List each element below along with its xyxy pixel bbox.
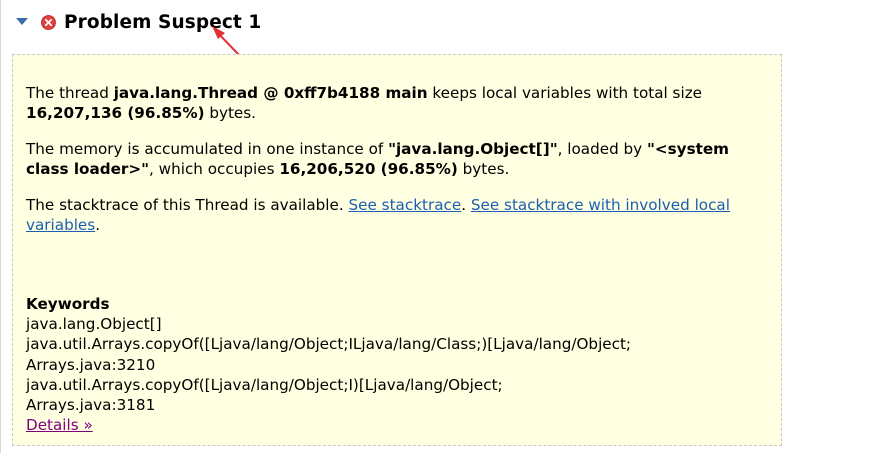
- text-segment: keeps local variables with total size: [427, 84, 703, 102]
- see-stacktrace-link[interactable]: See stacktrace: [349, 196, 462, 214]
- memory-summary: The memory is accumulated in one instanc…: [26, 140, 771, 179]
- text-segment: .: [95, 215, 101, 234]
- suspect-description-box: The thread java.lang.Thread @ 0xff7b4188…: [12, 54, 782, 446]
- suspect-header: Problem Suspect 1: [15, 8, 261, 36]
- keyword-item: java.util.Arrays.copyOf([Ljava/lang/Obje…: [26, 375, 503, 394]
- keyword-item: Arrays.java:3210: [26, 355, 156, 374]
- report-page: Problem Suspect 1 The thread java.lang.T…: [0, 0, 876, 453]
- suspect-content: The thread java.lang.Thread @ 0xff7b4188…: [26, 84, 771, 252]
- text-segment: The memory is accumulated in one instanc…: [26, 140, 389, 158]
- text-segment: The thread: [26, 84, 114, 102]
- text-segment: .: [461, 196, 471, 214]
- instance-class: "java.lang.Object[]": [388, 140, 558, 158]
- text-segment: , loaded by: [557, 140, 647, 158]
- keywords-section: Keywords java.lang.Object[] java.util.Ar…: [26, 294, 771, 435]
- text-segment: bytes.: [457, 159, 510, 178]
- stacktrace-summary: The stacktrace of this Thread is availab…: [26, 196, 771, 235]
- keyword-item: java.util.Arrays.copyOf([Ljava/lang/Obje…: [26, 335, 632, 354]
- error-circle-icon: [40, 14, 56, 30]
- thread-name: java.lang.Thread @ 0xff7b4188 main: [113, 84, 428, 102]
- local-vars-size: 16,207,136 (96.85%): [26, 103, 205, 122]
- thread-summary: The thread java.lang.Thread @ 0xff7b4188…: [26, 84, 771, 123]
- text-segment: , which occupies: [149, 159, 280, 178]
- text-segment: The stacktrace of this Thread is availab…: [26, 196, 349, 214]
- details-link[interactable]: Details »: [26, 416, 93, 434]
- triangle-down-icon[interactable]: [15, 15, 29, 29]
- keyword-item: java.lang.Object[]: [26, 315, 162, 334]
- suspect-title: Problem Suspect 1: [64, 11, 262, 33]
- keywords-heading: Keywords: [26, 295, 110, 313]
- occupied-size: 16,206,520 (96.85%): [279, 159, 458, 178]
- text-segment: bytes.: [204, 103, 257, 122]
- keyword-item: Arrays.java:3181: [26, 396, 156, 415]
